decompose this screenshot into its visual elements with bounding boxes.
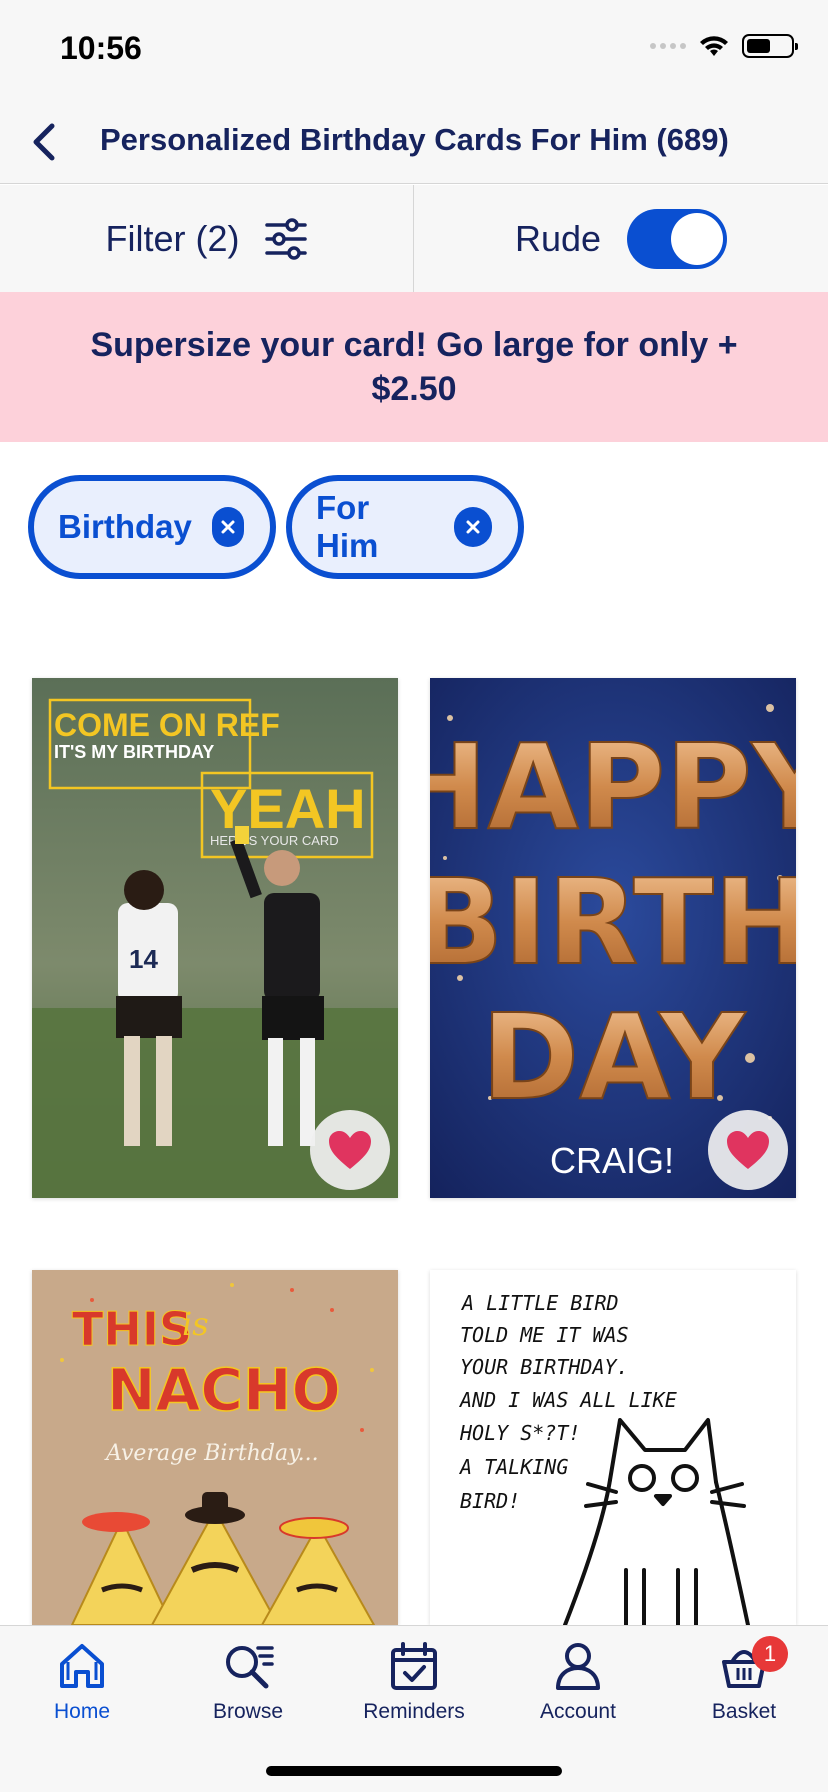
signal-icon xyxy=(650,43,686,49)
close-icon xyxy=(221,520,235,534)
tab-reminders[interactable]: Reminders xyxy=(344,1640,484,1736)
account-icon xyxy=(556,1643,600,1690)
svg-text:YOUR BIRTHDAY.: YOUR BIRTHDAY. xyxy=(460,1355,629,1379)
heart-icon xyxy=(329,1131,371,1169)
heart-icon xyxy=(727,1131,769,1169)
tab-basket[interactable]: Basket 1 xyxy=(674,1636,814,1736)
svg-text:NACHO: NACHO xyxy=(107,1356,341,1424)
browse-icon xyxy=(226,1646,274,1689)
chip-label: For Him xyxy=(316,489,379,564)
chip-for-him[interactable]: For Him xyxy=(286,475,524,579)
page-title: Personalized Birthday Cards For Him (689… xyxy=(100,122,729,157)
tab-label: Account xyxy=(540,1700,616,1723)
favorite-button[interactable] xyxy=(310,1110,390,1190)
rude-label: Rude xyxy=(514,217,602,259)
filter-bar: Filter (2) Rude xyxy=(0,185,828,292)
product-card[interactable]: A LITTLE BIRD TOLD ME IT WAS YOUR BIRTHD… xyxy=(430,1270,796,1625)
nav-header: Personalized Birthday Cards For Him (689… xyxy=(0,100,828,184)
bottom-tab-bar: Home Browse Reminders Account Basket 1 xyxy=(0,1625,828,1792)
svg-text:HAPPY: HAPPY xyxy=(430,718,796,856)
svg-text:COME ON REF: COME ON REF xyxy=(54,707,280,743)
svg-text:TOLD ME IT WAS: TOLD ME IT WAS xyxy=(460,1323,629,1347)
chip-birthday[interactable]: Birthday xyxy=(28,475,276,579)
home-icon xyxy=(60,1644,104,1688)
sliders-icon xyxy=(264,217,307,260)
svg-text:THIS: THIS xyxy=(72,1302,192,1356)
close-icon xyxy=(466,520,480,534)
tab-label: Home xyxy=(53,1700,111,1723)
chip-remove-button[interactable] xyxy=(454,507,492,547)
card-image-nacho: THIS is NACHO Average Birthday... xyxy=(32,1270,398,1625)
favorite-button[interactable] xyxy=(708,1110,788,1190)
svg-text:Average Birthday...: Average Birthday... xyxy=(104,1441,319,1466)
tab-label: Basket xyxy=(711,1700,777,1723)
svg-text:AND I WAS ALL LIKE: AND I WAS ALL LIKE xyxy=(458,1388,677,1412)
svg-text:DAY: DAY xyxy=(481,988,746,1126)
product-card[interactable]: COME ON REF IT'S MY BIRTHDAY YEAH HERE'S… xyxy=(32,678,398,1198)
promo-banner[interactable]: Supersize your card! Go large for only +… xyxy=(0,292,828,442)
tab-label: Browse xyxy=(212,1700,284,1723)
calendar-icon xyxy=(391,1642,437,1690)
chip-remove-button[interactable] xyxy=(211,507,244,547)
filter-button[interactable]: Filter (2) xyxy=(0,185,414,292)
rude-filter: Rude xyxy=(414,185,828,292)
svg-text:14: 14 xyxy=(129,944,158,974)
rude-toggle[interactable] xyxy=(627,208,728,269)
status-icons xyxy=(650,34,798,58)
svg-text:BIRD!: BIRD! xyxy=(460,1489,520,1513)
back-button[interactable] xyxy=(18,116,70,168)
toggle-knob xyxy=(671,212,724,265)
battery-icon xyxy=(742,34,798,58)
product-card[interactable]: THIS is NACHO Average Birthday... xyxy=(32,1270,398,1625)
product-card[interactable]: HAPPY BIRTH DAY CRAIG! xyxy=(430,678,796,1198)
status-time: 10:56 xyxy=(60,30,142,66)
chip-label: Birthday xyxy=(58,508,192,545)
svg-text:BIRTH: BIRTH xyxy=(430,853,796,991)
basket-count-badge: 1 xyxy=(752,1636,788,1672)
tab-home[interactable]: Home xyxy=(12,1640,152,1736)
filter-label: Filter (2) xyxy=(105,217,240,259)
svg-text:is: is xyxy=(182,1305,209,1343)
svg-text:YEAH: YEAH xyxy=(210,777,366,840)
home-indicator xyxy=(266,1766,562,1776)
tab-browse[interactable]: Browse xyxy=(178,1640,318,1736)
active-filter-chips: Birthday For Him xyxy=(28,475,524,579)
status-bar: 10:56 xyxy=(0,0,828,100)
svg-text:A TALKING: A TALKING xyxy=(458,1455,568,1479)
svg-text:IT'S MY BIRTHDAY: IT'S MY BIRTHDAY xyxy=(54,742,214,762)
svg-text:HERE'S YOUR CARD: HERE'S YOUR CARD xyxy=(210,833,339,848)
wifi-icon xyxy=(700,36,728,56)
tab-label: Reminders xyxy=(363,1700,465,1723)
tab-account[interactable]: Account xyxy=(508,1640,648,1736)
svg-text:HOLY S*?T!: HOLY S*?T! xyxy=(459,1421,580,1445)
promo-text: Supersize your card! Go large for only +… xyxy=(90,326,738,408)
card-image-talking-bird: A LITTLE BIRD TOLD ME IT WAS YOUR BIRTHD… xyxy=(430,1270,796,1625)
svg-text:CRAIG!: CRAIG! xyxy=(550,1140,674,1181)
svg-text:A LITTLE BIRD: A LITTLE BIRD xyxy=(460,1291,619,1315)
chevron-left-icon xyxy=(33,123,55,161)
